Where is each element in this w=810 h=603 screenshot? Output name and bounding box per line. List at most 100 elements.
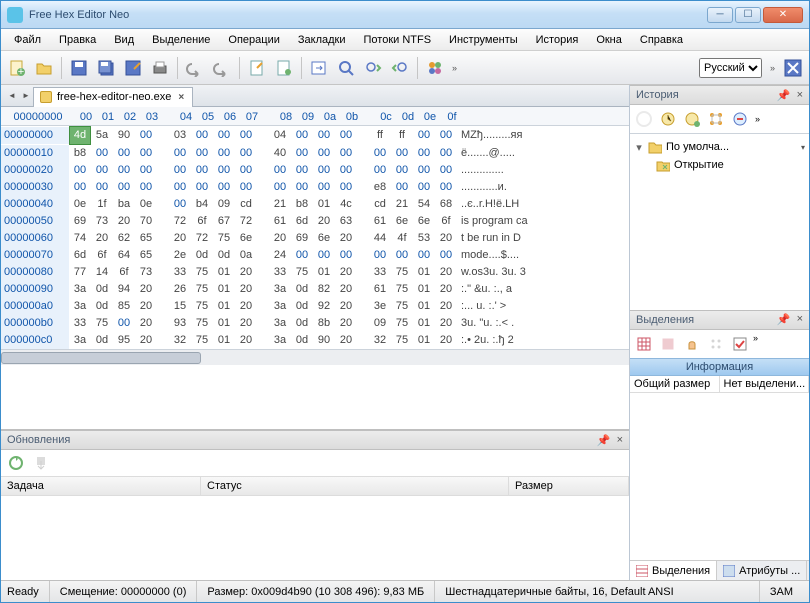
- hex-row[interactable]: 0000008077146f73337501203375012033750120…: [1, 264, 629, 281]
- status-offset: Смещение: 00000000 (0): [49, 581, 197, 602]
- tab-attributes[interactable]: Атрибуты ...: [717, 561, 807, 580]
- menu-окна[interactable]: Окна: [587, 29, 631, 50]
- history-toolbar: »: [630, 105, 809, 133]
- history-item-open[interactable]: Открытие: [634, 156, 805, 174]
- save-button[interactable]: [67, 56, 91, 80]
- hex-header: 00000000000102030405060708090a0b0c0d0e0f: [1, 107, 629, 126]
- panel-pin-button[interactable]: 📌: [597, 434, 611, 447]
- hex-row[interactable]: 0000005069732070726f6772616d2063616e6e6f…: [1, 213, 629, 230]
- menu-вид[interactable]: Вид: [105, 29, 143, 50]
- hex-row[interactable]: 000000903a0d9420267501203a0d822061750120…: [1, 281, 629, 298]
- menu-инструменты[interactable]: Инструменты: [440, 29, 527, 50]
- print-button[interactable]: [148, 56, 172, 80]
- status-ready: Ready: [7, 581, 49, 602]
- history-clock2-button[interactable]: [681, 108, 703, 130]
- menu-правка[interactable]: Правка: [50, 29, 105, 50]
- hex-row[interactable]: 0000002000000000000000000000000000000000…: [1, 162, 629, 179]
- status-mode: ЗАМ: [759, 581, 803, 602]
- open-file-button[interactable]: [32, 56, 56, 80]
- help-button[interactable]: [781, 56, 805, 80]
- updates-header: Задача Статус Размер: [1, 476, 629, 496]
- menu-файл[interactable]: Файл: [5, 29, 50, 50]
- updates-dl-button[interactable]: [30, 452, 52, 474]
- selection-panel-title: Выделения 📌×: [630, 310, 809, 330]
- selection-toolbar: »: [630, 330, 809, 358]
- tab-close-button[interactable]: ×: [176, 92, 186, 102]
- find-prev-button[interactable]: [388, 56, 412, 80]
- language-select[interactable]: Русский: [699, 58, 762, 78]
- hex-scrollbar[interactable]: [1, 349, 629, 365]
- sel-range-button[interactable]: [657, 333, 679, 355]
- sel-hand-button[interactable]: [681, 333, 703, 355]
- history-tree[interactable]: ▾ По умолча... ▾ Открытие: [630, 133, 809, 310]
- updates-refresh-button[interactable]: [5, 452, 27, 474]
- menu-закладки[interactable]: Закладки: [289, 29, 355, 50]
- panel-close-button[interactable]: ×: [617, 434, 623, 447]
- settings-button[interactable]: [423, 56, 447, 80]
- menu-выделение[interactable]: Выделение: [143, 29, 219, 50]
- hex-editor[interactable]: 00000000000102030405060708090a0b0c0d0e0f…: [1, 107, 629, 429]
- panel-pin-button[interactable]: 📌: [777, 89, 791, 102]
- minimize-button[interactable]: ─: [707, 7, 733, 23]
- menu-операции[interactable]: Операции: [219, 29, 288, 50]
- hex-row[interactable]: 00000060742062652072756e20696e20444f5320…: [1, 230, 629, 247]
- app-icon: [7, 7, 23, 23]
- edit-button[interactable]: [245, 56, 269, 80]
- save-as-button[interactable]: [121, 56, 145, 80]
- history-clock1-button[interactable]: [657, 108, 679, 130]
- sel-col-size: Общий размер: [630, 376, 720, 392]
- updates-col-task[interactable]: Задача: [1, 477, 201, 495]
- history-overflow-icon[interactable]: »: [755, 114, 760, 124]
- panel-close-button[interactable]: ×: [797, 313, 803, 326]
- sel-overflow-icon[interactable]: »: [753, 333, 758, 355]
- new-file-button[interactable]: +: [5, 56, 29, 80]
- updates-panel-title: Обновления 📌×: [1, 430, 629, 450]
- find-next-button[interactable]: [361, 56, 385, 80]
- document-tab[interactable]: free-hex-editor-neo.exe ×: [33, 87, 193, 107]
- panel-close-button[interactable]: ×: [797, 89, 803, 102]
- toolbar-overflow2-icon[interactable]: »: [770, 63, 775, 73]
- tab-next-button[interactable]: ►: [19, 89, 33, 103]
- toolbar-overflow-icon[interactable]: »: [452, 63, 457, 73]
- history-panel-title: История 📌×: [630, 85, 809, 105]
- maximize-button[interactable]: ☐: [735, 7, 761, 23]
- sel-check-button[interactable]: [729, 333, 751, 355]
- hex-row[interactable]: 00000010b8000000000000004000000000000000…: [1, 145, 629, 162]
- selection-tabs: Выделения Атрибуты ...: [630, 560, 809, 580]
- status-encoding: Шестнадцатеричные байты, 16, Default ANS…: [434, 581, 759, 602]
- updates-col-size[interactable]: Размер: [509, 477, 629, 495]
- history-root[interactable]: ▾ По умолча... ▾: [634, 138, 805, 156]
- selection-info-header: Информация: [630, 358, 809, 376]
- history-tree-button[interactable]: [705, 108, 727, 130]
- undo-button[interactable]: [183, 56, 207, 80]
- tab-label: free-hex-editor-neo.exe: [57, 91, 171, 103]
- updates-toolbar: [1, 450, 629, 476]
- panel-pin-button[interactable]: 📌: [777, 313, 791, 326]
- hex-row[interactable]: 000000706d6f64652e0d0d0a2400000000000000…: [1, 247, 629, 264]
- hex-row[interactable]: 000000400e1fba0e00b409cd21b8014ccd215468…: [1, 196, 629, 213]
- tab-selections[interactable]: Выделения: [630, 561, 717, 580]
- save-all-button[interactable]: [94, 56, 118, 80]
- history-back-button[interactable]: [633, 108, 655, 130]
- hex-row[interactable]: 000000a03a0d8520157501203a0d92203e750120…: [1, 298, 629, 315]
- hex-row[interactable]: 000000c03a0d9520327501203a0d902032750120…: [1, 332, 629, 349]
- history-clear-button[interactable]: [729, 108, 751, 130]
- sel-grid-button[interactable]: [633, 333, 655, 355]
- status-size: Размер: 0x009d4b90 (10 308 496): 9,83 МБ: [196, 581, 434, 602]
- menu-история[interactable]: История: [527, 29, 588, 50]
- hex-row[interactable]: 000000b033750020937501203a0d8b2009750120…: [1, 315, 629, 332]
- sel-col-none: Нет выделени...: [720, 376, 810, 392]
- properties-button[interactable]: [272, 56, 296, 80]
- close-button[interactable]: ✕: [763, 7, 803, 23]
- hex-row[interactable]: 000000004d5a90000300000004000000ffff0000…: [1, 126, 629, 145]
- menu-справка[interactable]: Справка: [631, 29, 692, 50]
- selection-info-row: Общий размер Нет выделени...: [630, 376, 809, 393]
- tab-prev-button[interactable]: ◄: [5, 89, 19, 103]
- goto-button[interactable]: [307, 56, 331, 80]
- find-button[interactable]: [334, 56, 358, 80]
- updates-col-status[interactable]: Статус: [201, 477, 509, 495]
- sel-bits-button[interactable]: [705, 333, 727, 355]
- redo-button[interactable]: [210, 56, 234, 80]
- hex-row[interactable]: 00000030000000000000000000000000e8000000…: [1, 179, 629, 196]
- menu-потоки ntfs[interactable]: Потоки NTFS: [355, 29, 441, 50]
